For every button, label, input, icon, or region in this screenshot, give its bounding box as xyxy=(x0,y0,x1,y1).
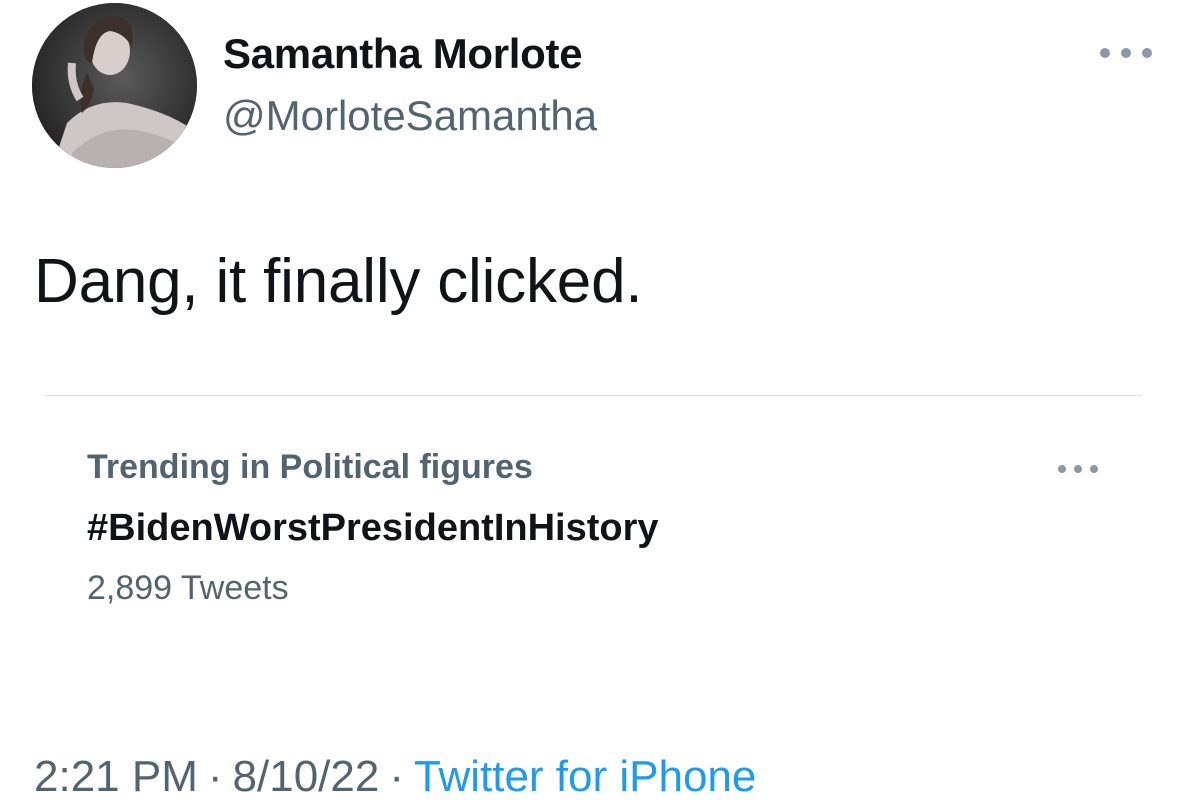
tweet-text: Dang, it finally clicked. xyxy=(34,247,643,316)
trend-more-options-icon[interactable] xyxy=(1058,460,1098,478)
author-avatar[interactable] xyxy=(32,3,197,168)
trend-category: Trending in Political figures xyxy=(87,448,533,486)
tweet-time[interactable]: 2:21 PM xyxy=(34,752,198,801)
author-display-name[interactable]: Samantha Morlote xyxy=(223,30,583,78)
trend-tweet-count: 2,899 Tweets xyxy=(87,569,289,607)
tweet-more-options-icon[interactable] xyxy=(1100,40,1152,66)
meta-separator: · xyxy=(389,752,404,801)
dot-icon xyxy=(1100,48,1110,58)
trend-hashtag-link[interactable]: #BidenWorstPresidentInHistory xyxy=(87,507,659,550)
dot-icon xyxy=(1058,465,1066,473)
tweet-date[interactable]: 8/10/22 xyxy=(233,752,380,801)
avatar-photo xyxy=(32,3,197,168)
dot-icon xyxy=(1121,48,1131,58)
tweet-meta: 2:21 PM · 8/10/22 · Twitter for iPhone xyxy=(34,752,756,802)
tweet-source-link[interactable]: Twitter for iPhone xyxy=(414,752,756,801)
dot-icon xyxy=(1142,48,1152,58)
author-handle[interactable]: @MorloteSamantha xyxy=(223,92,597,140)
meta-separator: · xyxy=(207,752,223,801)
dot-icon xyxy=(1090,465,1098,473)
divider xyxy=(45,395,1142,396)
dot-icon xyxy=(1074,465,1082,473)
